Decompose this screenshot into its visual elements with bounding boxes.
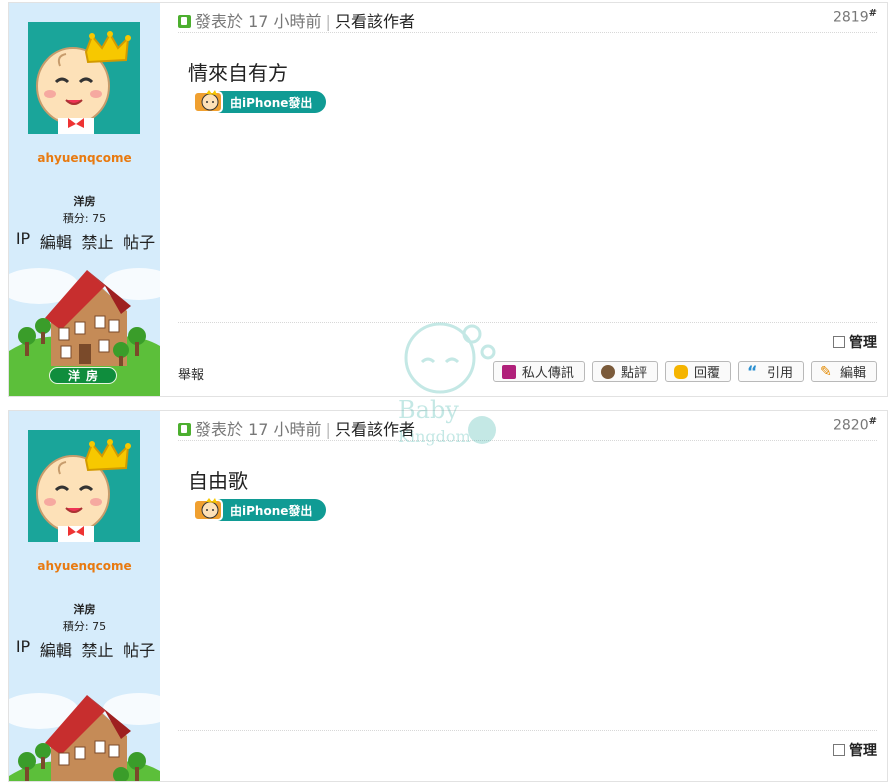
post-header: 發表於 17 小時前 | 只看該作者 2819# xyxy=(178,8,877,33)
floor-mark: # xyxy=(868,416,877,427)
separator: | xyxy=(325,12,331,31)
manage-checkbox[interactable]: 管理 xyxy=(833,332,877,352)
private-message-button[interactable]: 私人傳訊 xyxy=(492,361,585,382)
quote-icon: “ xyxy=(746,361,758,381)
author-icon xyxy=(178,423,191,436)
quote-button[interactable]: “ 引用 xyxy=(737,361,804,382)
comment-button[interactable]: 點評 xyxy=(591,361,658,382)
rank-title: 洋房 xyxy=(73,603,96,616)
moderation-tools: IP 編輯 禁止 帖子 xyxy=(11,637,160,661)
moderation-tools: IP 編輯 禁止 帖子 xyxy=(11,229,160,253)
avatar[interactable] xyxy=(28,22,140,134)
username[interactable]: ahyuenqcome xyxy=(9,559,160,573)
ip-link[interactable]: IP xyxy=(16,637,30,661)
posts-link[interactable]: 帖子 xyxy=(123,229,155,253)
posted-time: 發表於 17 小時前 xyxy=(195,420,322,439)
author-sidebar: ahyuenqcome 洋房 積分: 75 IP 編輯 禁止 帖子 xyxy=(9,3,160,396)
button-label: 點評 xyxy=(620,366,647,381)
rank-badge: 洋房 xyxy=(49,367,117,384)
username[interactable]: ahyuenqcome xyxy=(9,151,160,165)
button-label: 回覆 xyxy=(693,366,720,381)
post-2819: ahyuenqcome 洋房 積分: 75 IP 編輯 禁止 帖子 洋房 發表於… xyxy=(8,2,888,397)
edit-button[interactable]: ✎ 編輯 xyxy=(810,361,877,382)
reply-button[interactable]: 回覆 xyxy=(664,361,731,382)
report-link[interactable]: 舉報 xyxy=(178,364,204,383)
iphone-badge: 由iPhone發出 xyxy=(192,89,326,115)
floor-number[interactable]: 2820# xyxy=(833,416,877,434)
post-actions: 私人傳訊 點評 回覆 “ 引用 ✎ 編輯 xyxy=(492,361,877,382)
post-2820: ahyuenqcome 洋房 積分: 75 IP 編輯 禁止 帖子 發表於 17… xyxy=(8,410,888,782)
posts-link[interactable]: 帖子 xyxy=(123,637,155,661)
edit-user-link[interactable]: 編輯 xyxy=(40,229,72,253)
manage-checkbox[interactable]: 管理 xyxy=(833,740,877,760)
manage-label: 管理 xyxy=(849,335,877,351)
avatar[interactable] xyxy=(28,430,140,542)
post-main: 發表於 17 小時前 | 只看該作者 2819# 情來自有方 由iPhone發出 管… xyxy=(160,3,887,396)
checkbox-box[interactable] xyxy=(833,336,845,348)
author-sidebar: ahyuenqcome 洋房 積分: 75 IP 編輯 禁止 帖子 xyxy=(9,411,160,781)
iphone-label: 由iPhone發出 xyxy=(230,504,313,518)
rank-house-image: 洋房 xyxy=(9,256,160,396)
post-content: 情來自有方 xyxy=(188,61,288,85)
manage-label: 管理 xyxy=(849,743,877,759)
button-label: 私人傳訊 xyxy=(521,366,574,381)
button-label: 編輯 xyxy=(839,366,866,381)
post-main: 發表於 17 小時前 | 只看該作者 2820# 自由歌 由iPhone發出 管理 xyxy=(160,411,887,781)
ban-link[interactable]: 禁止 xyxy=(81,229,113,253)
speech-bubble-icon xyxy=(673,364,688,379)
iphone-badge: 由iPhone發出 xyxy=(192,497,326,523)
only-author-link[interactable]: 只看該作者 xyxy=(335,12,415,31)
button-label: 引用 xyxy=(766,366,793,381)
pencil-icon: ✎ xyxy=(819,363,832,380)
edit-user-link[interactable]: 編輯 xyxy=(40,637,72,661)
baby-face-icon xyxy=(193,498,223,521)
floor-mark: # xyxy=(868,8,877,19)
coffee-icon xyxy=(600,364,615,379)
score: 積分: 75 xyxy=(62,620,107,633)
floor-value: 2819 xyxy=(832,9,869,26)
footer-divider xyxy=(178,730,877,731)
score: 積分: 75 xyxy=(62,212,107,225)
floor-number[interactable]: 2819# xyxy=(833,8,877,26)
checkbox-box[interactable] xyxy=(833,744,845,756)
post-content: 自由歌 xyxy=(188,469,248,493)
rank-house-image xyxy=(9,681,160,781)
ip-link[interactable]: IP xyxy=(16,229,30,253)
iphone-label: 由iPhone發出 xyxy=(230,96,313,110)
floor-value: 2820 xyxy=(832,417,869,434)
post-header: 發表於 17 小時前 | 只看該作者 2820# xyxy=(178,416,877,441)
footer-divider xyxy=(178,322,877,323)
rank-title: 洋房 xyxy=(73,195,96,208)
posted-time: 發表於 17 小時前 xyxy=(195,12,322,31)
separator: | xyxy=(325,420,331,439)
author-icon xyxy=(178,15,191,28)
ban-link[interactable]: 禁止 xyxy=(81,637,113,661)
baby-face-icon xyxy=(193,90,223,113)
only-author-link[interactable]: 只看該作者 xyxy=(335,420,415,439)
pm-icon xyxy=(501,364,516,379)
